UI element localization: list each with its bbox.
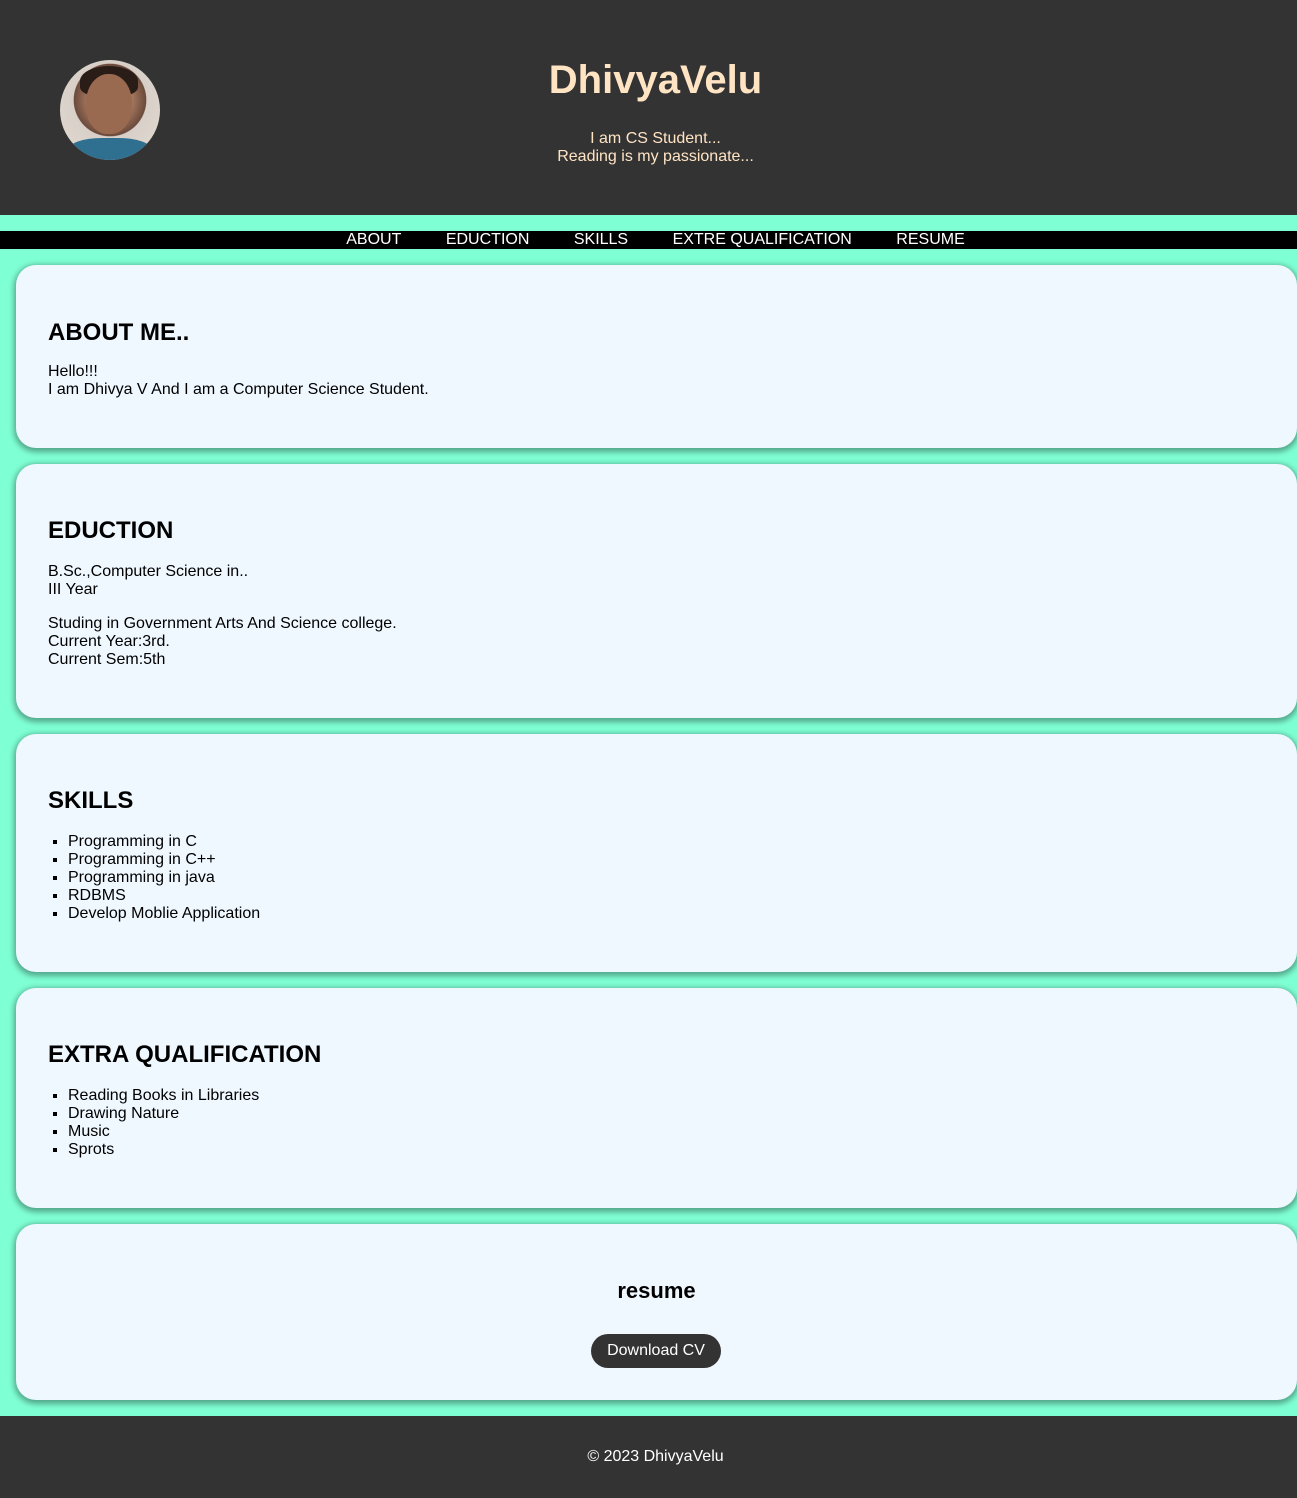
list-item: Programming in C++ [68,851,260,869]
list-item: Develop Moblie Application [68,905,260,923]
tagline-line-1: I am CS Student... [590,130,721,147]
nav-link-about[interactable]: ABOUT [346,231,401,249]
about-heading: ABOUT ME.. [48,319,190,346]
list-item: Music [68,1123,259,1141]
list-item: Reading Books in Libraries [68,1087,259,1105]
education-college: Studing in Government Arts And Science c… [48,615,397,632]
main-nav: ABOUT EDUCTION SKILLS EXTRE QUALIFICATIO… [0,231,1297,249]
list-item: Programming in C [68,833,260,851]
site-header: DhivyaVelu I am CS Student... Reading is… [0,0,1297,215]
site-footer: © 2023 DhivyaVelu [0,1416,1297,1498]
about-description: I am Dhivya V And I am a Computer Scienc… [48,381,429,398]
list-item: RDBMS [68,887,260,905]
nav-link-education[interactable]: EDUCTION [446,231,530,249]
education-current-year: Current Year:3rd. [48,633,170,650]
education-year: III Year [48,581,98,598]
download-cv-button[interactable]: Download CV [591,1334,721,1368]
list-item: Sprots [68,1141,259,1159]
copyright-text: © 2023 DhivyaVelu [587,1448,724,1465]
about-text: Hello!!! I am Dhivya V And I am a Comput… [48,363,429,399]
skills-list: Programming in C Programming in C++ Prog… [48,833,260,923]
extra-qualification-heading: EXTRA QUALIFICATION [48,1041,322,1068]
tagline-line-2: Reading is my passionate... [557,148,754,165]
about-greeting: Hello!!! [48,363,98,380]
extra-qualification-section: EXTRA QUALIFICATION Reading Books in Lib… [16,988,1297,1208]
nav-link-extra-qualification[interactable]: EXTRE QUALIFICATION [673,231,852,249]
list-item: Programming in java [68,869,260,887]
site-title: DhivyaVelu [548,58,763,102]
resume-heading: resume [617,1278,696,1303]
about-section: ABOUT ME.. Hello!!! I am Dhivya V And I … [16,265,1297,598]
education-college-block: Studing in Government Arts And Science c… [48,615,397,669]
education-current-sem: Current Sem:5th [48,651,166,668]
nav-link-resume[interactable]: RESUME [896,231,964,249]
tagline: I am CS Student... Reading is my passion… [0,130,1297,166]
education-section: EDUCTION B.Sc.,Computer Science in.. III… [16,464,1297,718]
list-item: Drawing Nature [68,1105,259,1123]
extra-qualification-list: Reading Books in Libraries Drawing Natur… [48,1087,259,1159]
education-degree-block: B.Sc.,Computer Science in.. III Year [48,563,248,599]
education-heading: EDUCTION [48,517,174,544]
resume-section: resume Download CV [16,1224,1297,1400]
skills-heading: SKILLS [48,787,134,814]
education-degree: B.Sc.,Computer Science in.. [48,563,249,580]
nav-link-skills[interactable]: SKILLS [574,231,628,249]
skills-section: SKILLS Programming in C Programming in C… [16,734,1297,972]
